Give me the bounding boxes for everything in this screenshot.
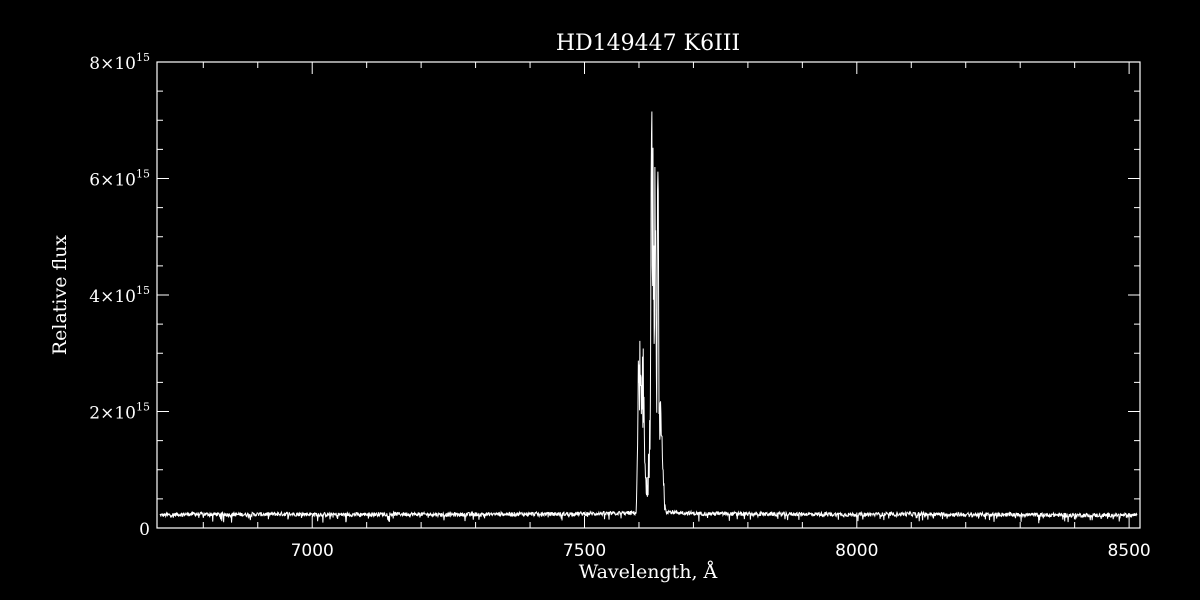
y-tick-exponent: 15 xyxy=(136,168,150,181)
y-tick-exponent: 15 xyxy=(136,401,150,414)
y-axis-label: Relative flux xyxy=(49,235,71,356)
chart-background xyxy=(0,0,1200,600)
x-tick-label: 8000 xyxy=(835,541,878,561)
spectrum-chart: HD149447 K6III 7000 7500 8000 8500 02×10154… xyxy=(0,0,1200,600)
y-tick-mantissa: 4×10 xyxy=(89,287,136,307)
y-tick-exponent: 15 xyxy=(136,284,150,297)
y-tick-mantissa: 8×10 xyxy=(89,54,136,74)
x-tick-label: 8500 xyxy=(1107,541,1150,561)
y-tick-exponent: 15 xyxy=(136,51,150,64)
y-tick-mantissa: 6×10 xyxy=(89,171,136,191)
y-tick-mantissa: 0 xyxy=(139,520,150,540)
x-axis-label: Wavelength, Å xyxy=(579,561,718,583)
chart-title: HD149447 K6III xyxy=(556,31,740,56)
x-tick-label: 7000 xyxy=(291,541,334,561)
x-tick-label: 7500 xyxy=(563,541,606,561)
y-tick-mantissa: 2×10 xyxy=(89,404,136,424)
y-tick-label: 0 xyxy=(139,520,150,540)
